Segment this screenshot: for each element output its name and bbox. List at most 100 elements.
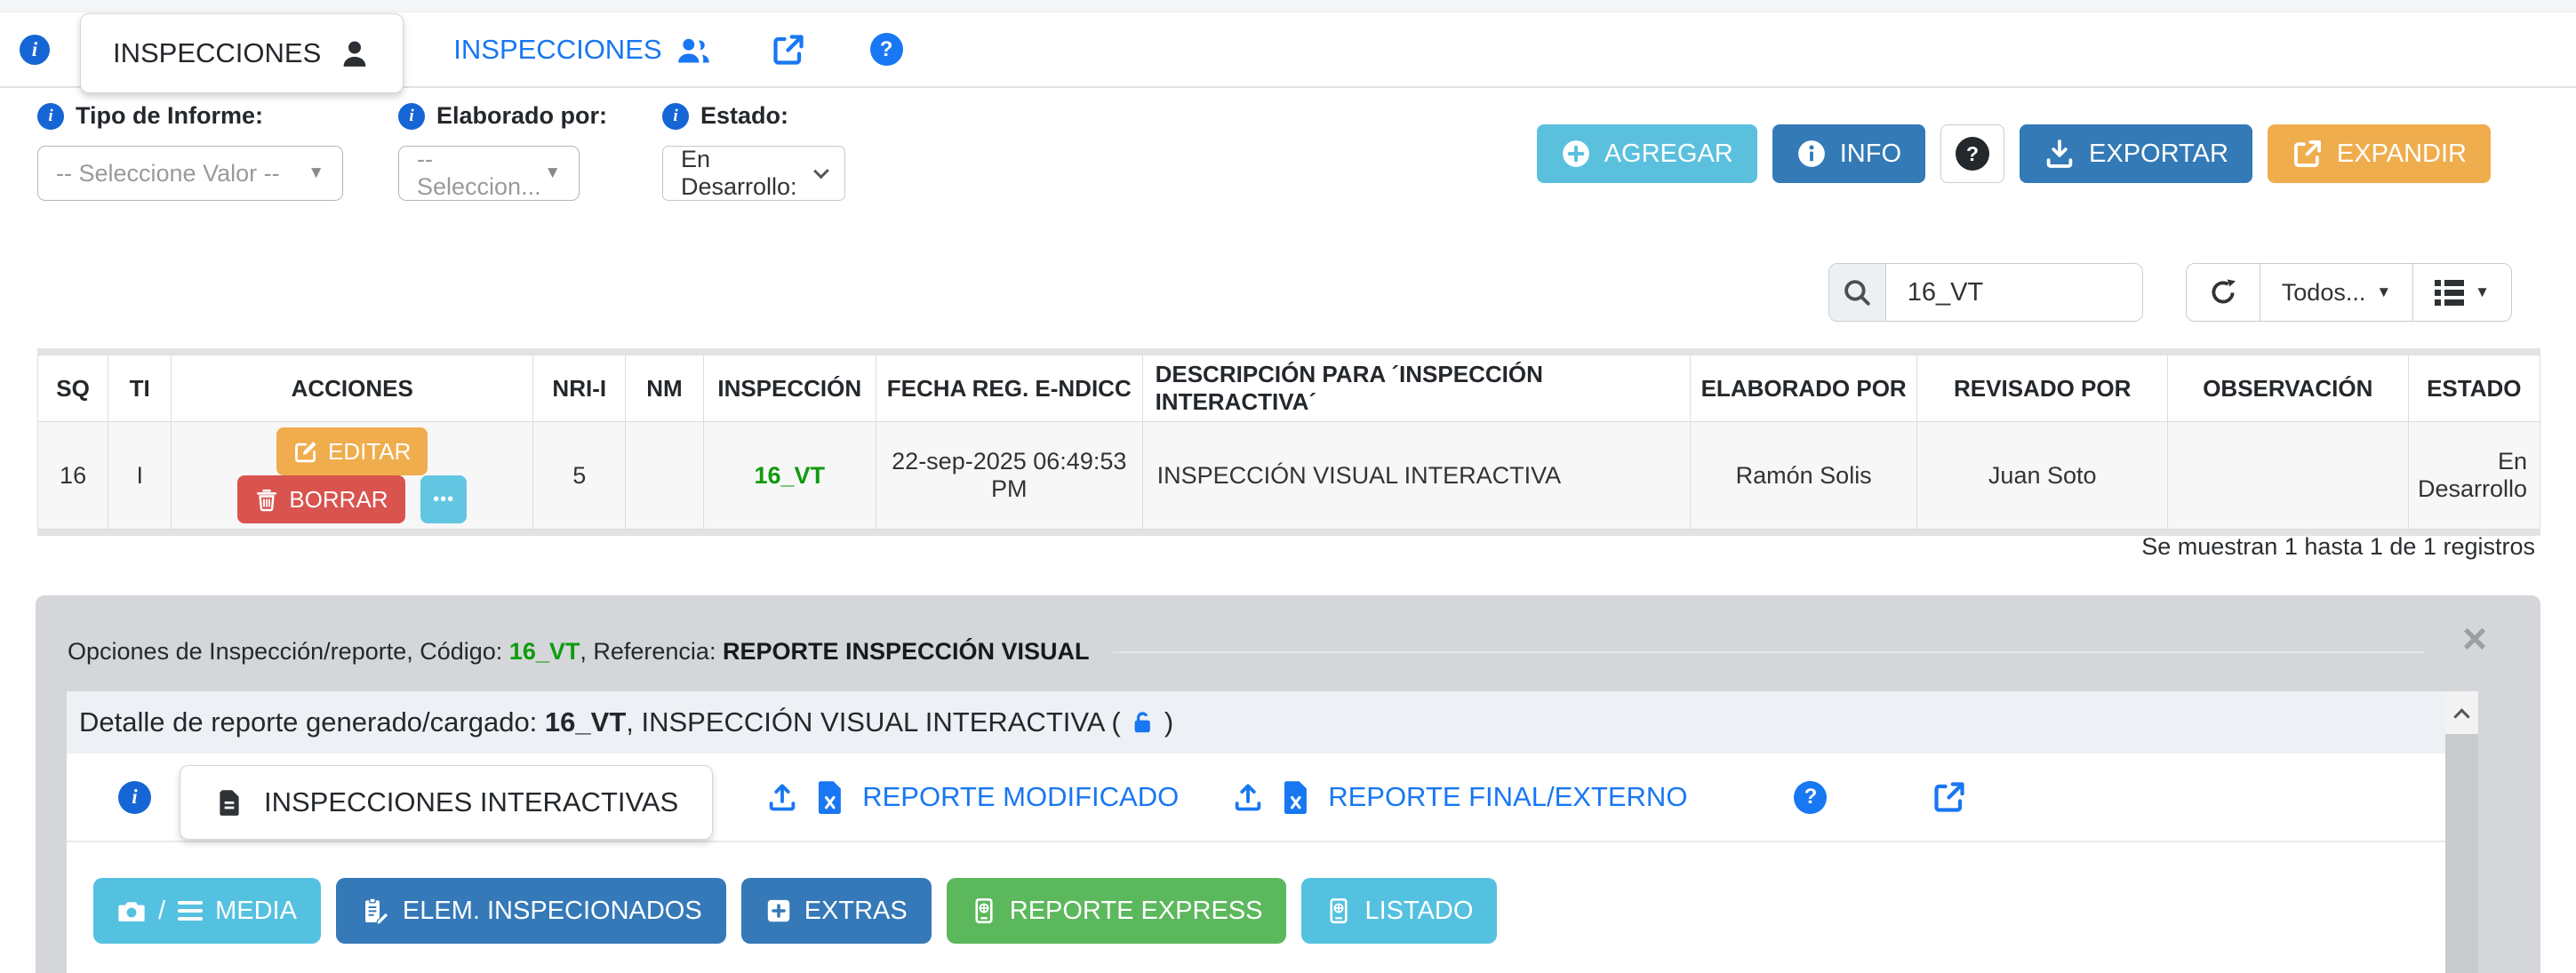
help-icon[interactable]: ?: [870, 33, 903, 66]
borrar-button[interactable]: BORRAR: [237, 475, 404, 523]
unlock-icon[interactable]: [1128, 708, 1156, 737]
reporte-modificado-label: REPORTE MODIFICADO: [862, 781, 1179, 813]
plus-circle-icon: [1561, 139, 1591, 169]
reporte-final-externo-label: REPORTE FINAL/EXTERNO: [1328, 781, 1687, 813]
elem-inspecionados-button[interactable]: ELEM. INSPECIONADOS: [336, 878, 726, 944]
info-icon[interactable]: i: [20, 35, 50, 65]
editar-button[interactable]: EDITAR: [276, 427, 428, 475]
estado-select[interactable]: En Desarrollo:: [662, 146, 845, 201]
panel-header: Opciones de Inspección/reporte, Código: …: [68, 638, 2425, 666]
col-fecha: FECHA REG. E-NDICC: [876, 355, 1142, 422]
external-link-icon[interactable]: [1932, 779, 1967, 815]
report-buttons-row: / MEDIA ELEM. INSPECIONADOS EXTRAS REPOR…: [93, 878, 2446, 944]
scope-dropdown[interactable]: Todos... ▼: [2260, 264, 2412, 321]
tab-inspecciones-group[interactable]: INSPECCIONES: [453, 34, 711, 66]
camera-icon: [117, 897, 146, 925]
cell-sq: 16: [38, 422, 108, 530]
panel-header-code: 16_VT: [509, 638, 580, 666]
filter-elaborado-por: i Elaborado por: -- Seleccion... ▼: [398, 102, 607, 201]
col-inspeccion: INSPECCIÓN: [703, 355, 876, 422]
info-icon[interactable]: i: [398, 103, 425, 130]
table-row: 16 I EDITAR BORRAR ••• 5 16_VT 22-sep-20…: [38, 422, 2540, 530]
col-revisado: REVISADO POR: [1917, 355, 2168, 422]
options-panel: × Opciones de Inspección/reporte, Código…: [36, 595, 2540, 973]
col-nm: NM: [626, 355, 703, 422]
download-icon: [2044, 138, 2076, 170]
cell-revisado: Juan Soto: [1917, 422, 2168, 530]
reporte-final-externo-link[interactable]: REPORTE FINAL/EXTERNO: [1232, 780, 1687, 814]
vertical-scrollbar[interactable]: [2445, 691, 2478, 973]
info-icon[interactable]: i: [37, 103, 64, 130]
cell-elaborado: Ramón Solis: [1690, 422, 1917, 530]
search-input[interactable]: [1886, 264, 2142, 321]
elaborado-por-value: -- Seleccion...: [417, 146, 544, 201]
expandir-button[interactable]: EXPANDIR: [2268, 124, 2491, 183]
toolbar-actions: AGREGAR INFO ? EXPORTAR EXPANDIR: [1537, 124, 2491, 183]
panel-header-reference: REPORTE INSPECCIÓN VISUAL: [723, 638, 1090, 666]
caret-down-icon: ▼: [308, 163, 324, 183]
col-estado: ESTADO: [2408, 355, 2540, 422]
filter-tipo-label: Tipo de Informe:: [76, 102, 263, 130]
document-icon: [214, 787, 244, 817]
trash-icon: [254, 487, 279, 512]
cell-ti: I: [108, 422, 172, 530]
info-icon[interactable]: i: [118, 781, 151, 814]
scrollbar-thumb[interactable]: [2445, 734, 2478, 973]
help-button[interactable]: ?: [1940, 124, 2004, 183]
more-actions-button[interactable]: •••: [420, 475, 467, 523]
clipboard-edit-icon: [360, 896, 390, 926]
media-button[interactable]: / MEDIA: [93, 878, 321, 944]
col-ti: TI: [108, 355, 172, 422]
cell-nm: [626, 422, 703, 530]
report-tabrow: i INSPECCIONES INTERACTIVAS REPORTE MODI…: [67, 754, 2446, 842]
cell-observacion: [2168, 422, 2409, 530]
top-strip: [0, 0, 2576, 12]
caret-down-icon: ▼: [544, 163, 561, 183]
col-nri: NRI-I: [533, 355, 626, 422]
records-summary: Se muestran 1 hasta 1 de 1 registros: [2141, 533, 2535, 561]
tab-inspecciones-active[interactable]: INSPECCIONES: [80, 13, 404, 93]
info-button[interactable]: INFO: [1772, 124, 1925, 183]
elaborado-por-select[interactable]: -- Seleccion... ▼: [398, 146, 580, 201]
tab-inspecciones-interactivas[interactable]: INSPECCIONES INTERACTIVAS: [180, 765, 713, 840]
listado-button[interactable]: LISTADO: [1301, 878, 1497, 944]
expand-icon: [2292, 138, 2324, 170]
filter-estado: i Estado: En Desarrollo:: [662, 102, 845, 201]
chevron-up-icon: [2453, 708, 2469, 724]
detail-mid: , INSPECCIÓN VISUAL INTERACTIVA (: [626, 706, 1128, 738]
search-group: [1828, 263, 2143, 322]
exportar-button[interactable]: EXPORTAR: [2020, 124, 2252, 183]
header-divider: [1113, 651, 2425, 653]
tab-inspecciones-label: INSPECCIONES: [113, 37, 321, 69]
columns-icon: [2435, 280, 2464, 306]
estado-value: En Desarrollo:: [681, 146, 816, 201]
scroll-up-button[interactable]: [2445, 691, 2478, 734]
close-icon[interactable]: ×: [2462, 618, 2487, 661]
filter-tipo-informe: i Tipo de Informe: -- Seleccione Valor -…: [37, 102, 343, 201]
refresh-button[interactable]: [2187, 264, 2260, 321]
question-icon: ?: [1956, 137, 1989, 171]
excel-file-icon: [816, 780, 844, 814]
tipo-informe-select[interactable]: -- Seleccione Valor -- ▼: [37, 146, 343, 201]
external-link-icon[interactable]: [771, 32, 806, 68]
help-icon[interactable]: ?: [1794, 781, 1827, 814]
inspeccion-code-link[interactable]: 16_VT: [754, 462, 825, 489]
panel-header-prefix: Opciones de Inspección/reporte, Código:: [68, 638, 509, 666]
inspections-table-wrap: SQ TI ACCIONES NRI-I NM INSPECCIÓN FECHA…: [37, 348, 2540, 536]
caret-down-icon: ▼: [2376, 283, 2391, 301]
detail-suffix: ): [1156, 706, 1173, 738]
extras-button[interactable]: EXTRAS: [741, 878, 932, 944]
search-icon: [1829, 264, 1886, 321]
col-acciones: ACCIONES: [172, 355, 533, 422]
columns-dropdown[interactable]: ▼: [2412, 264, 2511, 321]
filters-row: i Tipo de Informe: -- Seleccione Valor -…: [37, 102, 900, 201]
col-sq: SQ: [38, 355, 108, 422]
cell-inspeccion: 16_VT: [703, 422, 876, 530]
menu-icon: [178, 901, 203, 921]
reporte-modificado-link[interactable]: REPORTE MODIFICADO: [766, 780, 1179, 814]
info-icon[interactable]: i: [662, 103, 689, 130]
reporte-express-button[interactable]: REPORTE EXPRESS: [947, 878, 1287, 944]
agregar-button[interactable]: AGREGAR: [1537, 124, 1757, 183]
ellipsis-icon: •••: [433, 490, 454, 510]
tab-inspecciones-group-label: INSPECCIONES: [453, 34, 661, 66]
